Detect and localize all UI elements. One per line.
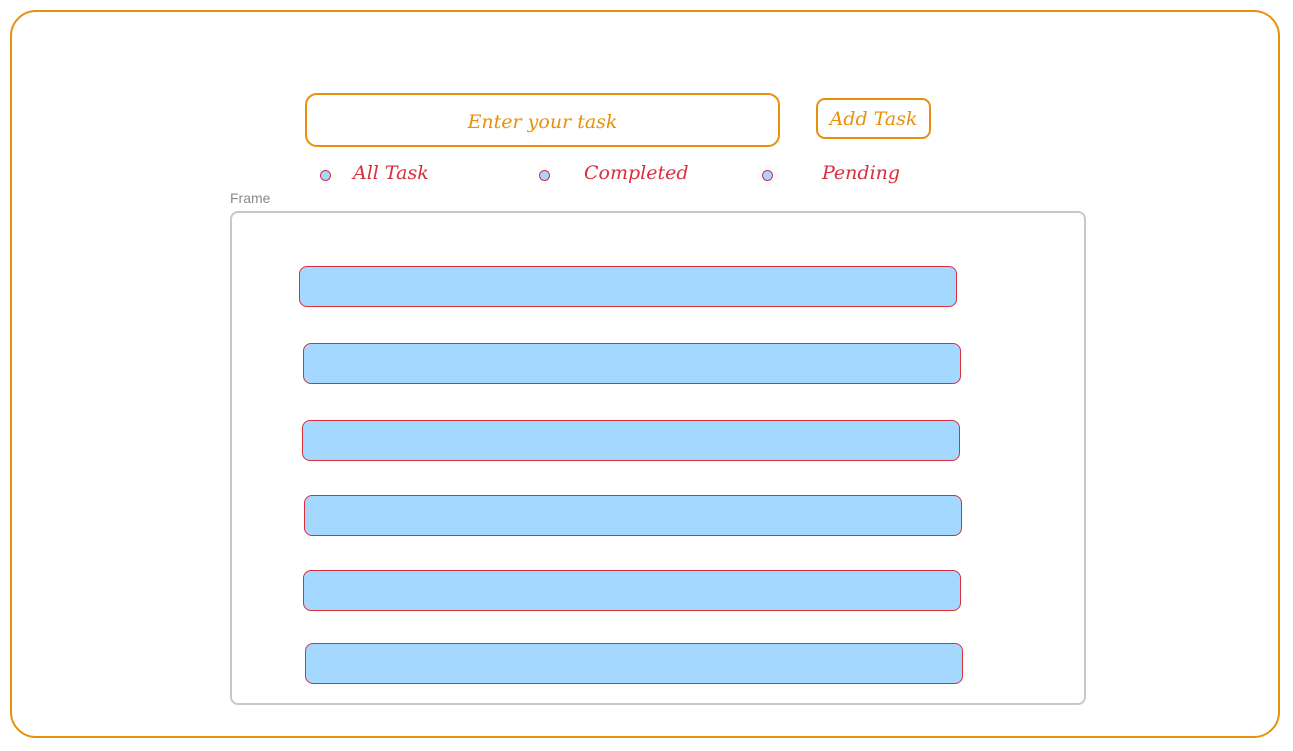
add-task-button-label: Add Task <box>829 107 918 130</box>
filter-all-task-label: All Task <box>353 162 429 184</box>
task-item[interactable] <box>304 495 962 536</box>
radio-all-task-icon[interactable] <box>320 169 331 181</box>
filter-completed-label: Completed <box>584 162 689 184</box>
task-item[interactable] <box>303 570 961 611</box>
radio-pending-icon[interactable] <box>762 169 773 181</box>
task-input[interactable]: Enter your task <box>305 93 780 147</box>
task-item[interactable] <box>303 343 961 384</box>
filter-pending-label: Pending <box>822 162 901 184</box>
task-item[interactable] <box>299 266 957 307</box>
filter-pending[interactable]: Pending <box>762 161 900 189</box>
task-item[interactable] <box>305 643 963 684</box>
task-item[interactable] <box>302 420 960 461</box>
filter-completed[interactable]: Completed <box>539 161 689 189</box>
filter-all-task[interactable]: All Task <box>320 161 429 189</box>
frame-label: Frame <box>230 190 271 206</box>
add-task-button[interactable]: Add Task <box>816 98 931 139</box>
task-input-placeholder: Enter your task <box>467 111 618 133</box>
radio-completed-icon[interactable] <box>539 169 550 181</box>
